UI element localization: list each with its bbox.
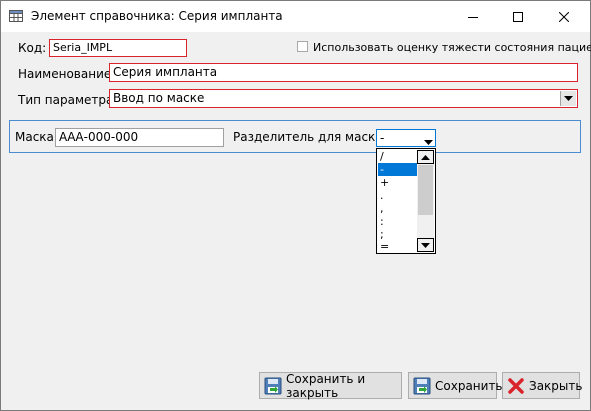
separator-label: Разделитель для маски:: [233, 130, 388, 144]
dropdown-option[interactable]: :: [378, 215, 419, 228]
table-icon: [9, 10, 23, 22]
dropdown-option[interactable]: +: [378, 176, 419, 189]
save-and-close-label: Сохранить и закрыть: [286, 371, 366, 400]
dialog-window: Элемент справочника: Серия импланта Код:…: [0, 0, 591, 411]
param-type-dropdown-button[interactable]: [560, 91, 576, 106]
dropdown-option[interactable]: .: [378, 189, 419, 202]
mask-label: Маска:: [15, 130, 58, 144]
dropdown-scrollbar[interactable]: [417, 150, 434, 252]
separator-select[interactable]: -: [376, 129, 436, 147]
name-field[interactable]: Серия импланта: [109, 63, 578, 82]
param-type-label: Тип параметра:: [18, 93, 118, 107]
param-type-select[interactable]: Ввод по маске: [109, 89, 578, 108]
code-label: Код:: [18, 41, 47, 55]
severity-checkbox[interactable]: [297, 41, 308, 52]
separator-dropdown-list: / - + . , : ; =: [376, 148, 436, 254]
save-label: Сохранить: [435, 378, 503, 393]
chevron-down-icon: [424, 140, 433, 145]
chevron-down-icon: [564, 95, 573, 101]
save-button[interactable]: Сохранить: [408, 372, 503, 399]
save-disk-icon: [264, 377, 282, 394]
dropdown-option-selected[interactable]: -: [378, 163, 419, 176]
param-type-value: Ввод по маске: [113, 91, 205, 105]
maximize-icon: [513, 11, 523, 22]
separator-value: -: [380, 131, 385, 145]
dropdown-option[interactable]: /: [378, 150, 419, 163]
close-label: Закрыть: [529, 378, 583, 393]
maximize-button[interactable]: [495, 1, 541, 32]
scroll-up-button[interactable]: [417, 150, 434, 164]
separator-dropdown-button[interactable]: [424, 135, 433, 146]
save-disk-icon: [413, 377, 431, 394]
dropdown-option[interactable]: =: [378, 240, 419, 253]
severity-checkbox-label: Использовать оценку тяжести состояния па…: [313, 41, 591, 54]
save-and-close-button[interactable]: Сохранить и закрыть: [259, 371, 402, 400]
minimize-button[interactable]: [450, 1, 496, 32]
mask-field[interactable]: ААА-000-000: [55, 128, 224, 147]
window-title: Элемент справочника: Серия импланта: [31, 9, 283, 23]
close-window-button[interactable]: [541, 1, 587, 32]
dropdown-option[interactable]: ,: [378, 202, 419, 215]
scroll-thumb[interactable]: [418, 165, 433, 215]
chevron-down-icon: [421, 242, 430, 248]
code-field[interactable]: Seria_IMPL: [49, 39, 187, 57]
scroll-down-button[interactable]: [417, 238, 434, 252]
title-bar[interactable]: Элемент справочника: Серия импланта: [1, 1, 590, 32]
close-icon: [559, 11, 569, 22]
name-label: Наименование:: [18, 67, 116, 81]
close-x-icon: [508, 377, 524, 394]
close-button[interactable]: Закрыть: [502, 372, 583, 399]
minimize-icon: [468, 16, 478, 18]
chevron-up-icon: [421, 154, 430, 160]
